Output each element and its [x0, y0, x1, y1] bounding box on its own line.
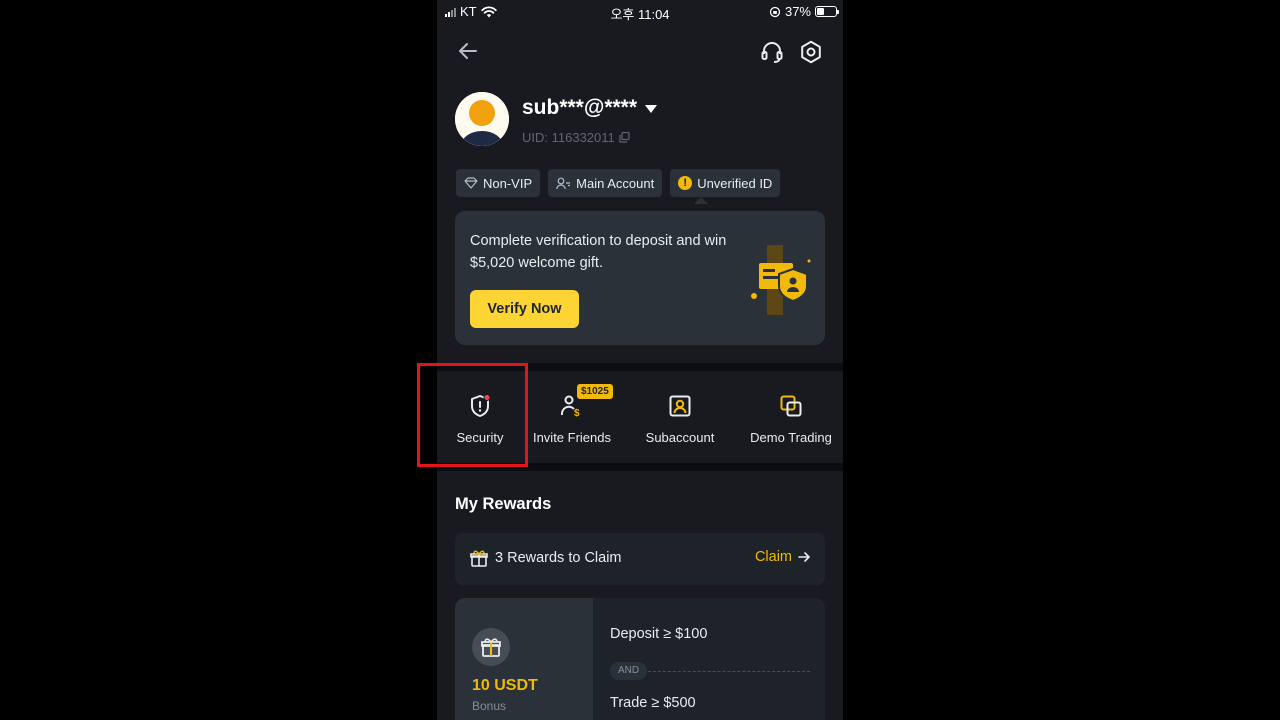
battery-icon: [815, 6, 839, 17]
id-shield-illustration: [751, 245, 811, 315]
back-button[interactable]: [455, 38, 481, 64]
verify-now-button[interactable]: Verify Now: [470, 290, 579, 328]
gift-icon: [481, 638, 501, 657]
battery-percent: 37%: [784, 4, 811, 19]
quick-actions: Security $ Invite Friends Subaccount Dem…: [437, 371, 843, 463]
account-tags: Non-VIP Main Account ! Unverified ID: [456, 169, 781, 204]
verification-message: Complete verification to deposit and win…: [470, 233, 727, 271]
quick-action-subaccount[interactable]: Subaccount: [621, 371, 739, 463]
condition-separator: AND: [610, 662, 810, 680]
gear-icon: [801, 40, 821, 64]
verification-label: Unverified ID: [697, 175, 773, 191]
reward-condition: Trade ≥ $500: [610, 695, 696, 711]
vip-tag[interactable]: Non-VIP: [456, 169, 541, 197]
section-divider: [437, 463, 843, 471]
arrow-right-icon: [798, 552, 810, 562]
account-type-label: Main Account: [576, 175, 655, 191]
verification-card: Complete verification to deposit and win…: [455, 211, 825, 345]
quick-action-label: Security: [456, 430, 504, 445]
account-switcher[interactable]: sub***@****: [522, 96, 658, 120]
uid-row: UID: 116332011: [522, 130, 630, 145]
reward-amount: 10 USDT: [472, 677, 538, 694]
reward-summary: 10 USDT Bonus: [455, 598, 593, 720]
quick-action-label: Demo Trading: [750, 430, 832, 445]
username: sub***@****: [522, 96, 638, 119]
quick-action-demo-trading[interactable]: Demo Trading: [739, 371, 843, 463]
claim-label: Claim: [754, 549, 792, 565]
account-type-tag[interactable]: Main Account: [548, 169, 663, 197]
shield-alert-icon: [467, 393, 493, 419]
user-avatar-icon: [455, 92, 509, 146]
status-bar: KT 오후 11:04 37%: [437, 0, 843, 24]
caret-down-icon: [645, 105, 658, 113]
rewards-claim-row[interactable]: 3 Rewards to Claim Claim: [455, 533, 825, 585]
orientation-lock-icon: [769, 6, 781, 17]
avatar[interactable]: [455, 92, 509, 146]
copy-icon[interactable]: [619, 132, 630, 143]
gift-icon: [470, 550, 488, 567]
phone-screen: KT 오후 11:04 37% sub***@**** UID: 1163320…: [437, 0, 843, 720]
rewards-count: 3 Rewards to Claim: [470, 549, 622, 567]
user-switch-icon: [556, 177, 571, 189]
reward-type: Bonus: [472, 699, 507, 713]
rewards-count-text: 3 Rewards to Claim: [495, 550, 622, 566]
quick-action-security[interactable]: Security: [437, 371, 523, 463]
section-title: My Rewards: [455, 495, 552, 513]
uid-text: UID: 116332011: [522, 130, 615, 145]
section-divider: [437, 363, 843, 371]
verification-tag[interactable]: ! Unverified ID: [670, 169, 781, 204]
and-label: AND: [610, 662, 648, 680]
status-right: 37%: [769, 4, 839, 19]
quick-action-label: Subaccount: [645, 430, 715, 445]
settings-button[interactable]: [798, 39, 824, 65]
arrow-left-icon: [459, 43, 477, 59]
svg-text:$: $: [574, 408, 580, 418]
diamond-icon: [464, 177, 478, 189]
vip-label: Non-VIP: [483, 175, 533, 191]
claim-link[interactable]: Claim: [755, 549, 811, 565]
reward-condition: Deposit ≥ $100: [610, 626, 708, 642]
invite-reward-badge: $1025: [577, 384, 613, 399]
reward-card[interactable]: 10 USDT Bonus Deposit ≥ $100 AND Trade ≥…: [455, 598, 825, 720]
gift-badge: [472, 628, 510, 666]
demo-trading-icon: [778, 393, 804, 419]
quick-action-label: Invite Friends: [532, 430, 612, 445]
customer-support-button[interactable]: [759, 39, 785, 65]
headset-icon: [761, 42, 783, 63]
subaccount-icon: [667, 393, 693, 419]
warning-icon: !: [678, 176, 693, 190]
dashed-line: [648, 671, 810, 672]
